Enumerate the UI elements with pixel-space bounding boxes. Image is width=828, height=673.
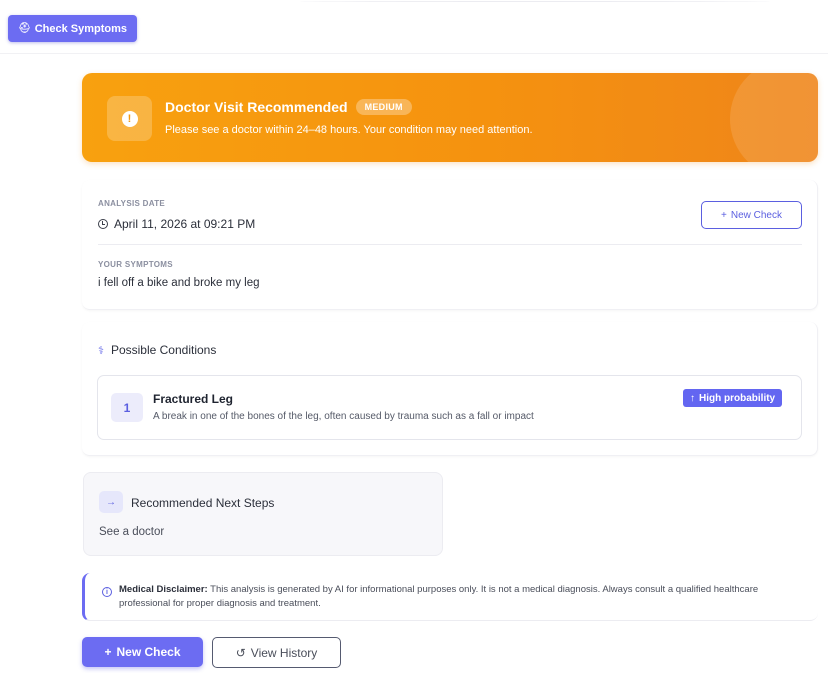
probability-badge: ↑ High probability xyxy=(683,389,783,407)
stethoscope-icon: ⛑ xyxy=(17,23,31,34)
banner-message: Please see a doctor within 24–48 hours. … xyxy=(165,124,533,136)
view-history-label: View History xyxy=(250,645,318,660)
plus-icon: + xyxy=(104,645,112,659)
history-icon: ↺ xyxy=(235,645,246,660)
condition-item[interactable]: 1 Fractured Leg A break in one of the bo… xyxy=(97,375,802,440)
info-divider xyxy=(98,244,802,245)
banner-title: Doctor Visit Recommended xyxy=(165,99,348,115)
conditions-title: Possible Conditions xyxy=(110,343,217,357)
banner-title-row: Doctor Visit Recommended MEDIUM xyxy=(165,99,412,115)
header-divider xyxy=(300,0,770,2)
analysis-info-card: ANALYSIS DATE April 11, 2026 at 09:21 PM… xyxy=(82,180,818,310)
banner-decoration xyxy=(730,73,818,162)
analysis-date-row: April 11, 2026 at 09:21 PM xyxy=(98,217,255,231)
check-symptoms-label: Check Symptoms xyxy=(34,22,127,35)
disclaimer-body: This analysis is generated by AI for inf… xyxy=(119,584,759,609)
new-check-button[interactable]: + New Check xyxy=(82,637,203,667)
banner-icon-box: ! xyxy=(107,96,152,141)
thumbs-up-icon: ↑ xyxy=(690,392,695,404)
symptoms-label: YOUR SYMPTOMS xyxy=(98,260,173,269)
info-icon: i xyxy=(102,587,112,597)
disclaimer-label: Medical Disclaimer: xyxy=(119,584,208,595)
medical-disclaimer: i Medical Disclaimer: This analysis is g… xyxy=(82,573,818,621)
new-check-label: New Check xyxy=(116,645,181,659)
possible-conditions-card: ⚕ Possible Conditions 1 Fractured Leg A … xyxy=(82,322,818,456)
view-history-button[interactable]: ↺ View History xyxy=(212,637,341,668)
check-symptoms-button[interactable]: ⛑ Check Symptoms xyxy=(8,15,137,42)
disclaimer-text: Medical Disclaimer: This analysis is gen… xyxy=(119,583,789,611)
clock-icon xyxy=(98,219,108,229)
conditions-header: ⚕ Possible Conditions xyxy=(98,343,216,357)
analysis-date-label: ANALYSIS DATE xyxy=(98,199,166,208)
next-steps-card: → Recommended Next Steps See a doctor xyxy=(83,472,443,556)
analysis-date-value: April 11, 2026 at 09:21 PM xyxy=(114,217,256,231)
symptoms-value: i fell off a bike and broke my leg xyxy=(98,277,260,289)
plus-icon: + xyxy=(721,209,727,221)
next-steps-text: See a doctor xyxy=(99,526,165,538)
new-check-outline-button[interactable]: + New Check xyxy=(701,201,802,229)
new-check-outline-label: New Check xyxy=(730,209,782,221)
condition-name: Fractured Leg xyxy=(153,392,234,406)
condition-description: A break in one of the bones of the leg, … xyxy=(153,411,534,422)
severity-badge: MEDIUM xyxy=(355,99,412,115)
next-steps-title: Recommended Next Steps xyxy=(131,496,275,510)
arrow-circle-icon: → xyxy=(99,491,123,513)
section-divider xyxy=(0,53,828,54)
diagnosis-icon: ⚕ xyxy=(98,344,104,357)
recommendation-banner: ! Doctor Visit Recommended MEDIUM Please… xyxy=(82,73,818,162)
probability-label: High probability xyxy=(699,392,776,404)
condition-number: 1 xyxy=(111,393,143,422)
alert-icon: ! xyxy=(121,110,138,127)
